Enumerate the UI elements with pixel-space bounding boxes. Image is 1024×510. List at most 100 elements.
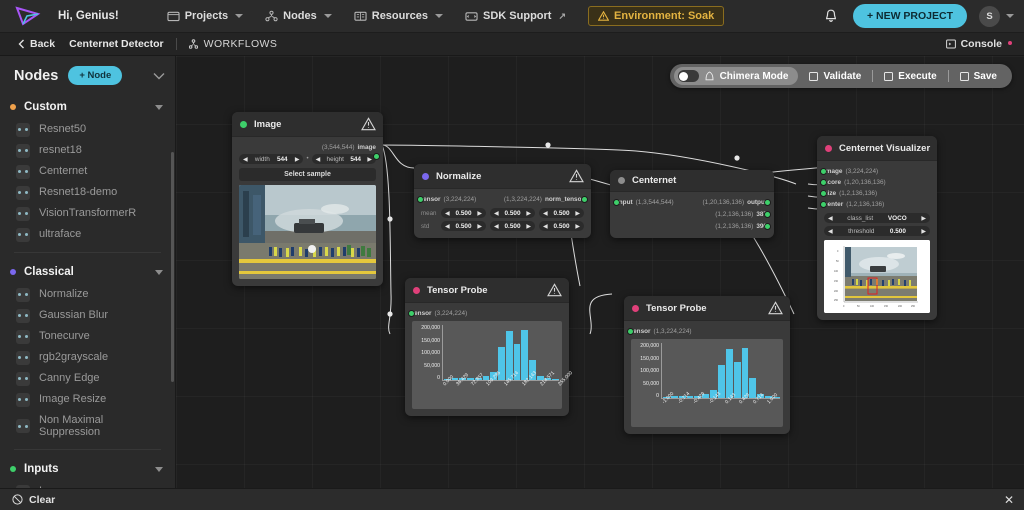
class-list-stepper[interactable]: ◀ class_list VOCO ▶	[824, 213, 930, 223]
sidebar-group-classical[interactable]: Classical	[8, 260, 167, 284]
input-port[interactable]	[613, 199, 620, 206]
decrement-icon[interactable]: ◀	[316, 156, 321, 163]
app-logo-icon[interactable]	[14, 5, 44, 27]
increment-icon[interactable]: ▶	[575, 223, 580, 230]
decrement-icon[interactable]: ◀	[243, 156, 248, 163]
breadcrumb-workflows[interactable]: WORKFLOWS	[189, 38, 278, 50]
node-centernet-visualizer[interactable]: Centernet Visualizer image (3,224,224) s…	[817, 136, 937, 320]
sidebar-item-non-maximal-suppression[interactable]: Non Maximal Suppression	[8, 410, 167, 442]
warning-triangle-icon[interactable]	[768, 301, 783, 315]
sidebar-collapse-chevron-icon[interactable]	[153, 72, 165, 80]
node-image-header[interactable]: Image	[232, 112, 383, 137]
sidebar-item-resnet50[interactable]: Resnet50	[8, 119, 167, 140]
node-visualizer-header[interactable]: Centernet Visualizer	[817, 136, 937, 161]
node-tensor-probe-1[interactable]: Tensor Probe tensor (3,224,224) 200,0001…	[405, 278, 569, 416]
console-button[interactable]: Console	[946, 38, 1012, 50]
close-icon[interactable]: ✕	[1004, 494, 1014, 506]
back-button[interactable]: Back	[18, 38, 55, 50]
chevron-down-icon[interactable]	[155, 467, 163, 472]
input-port[interactable]	[417, 196, 424, 203]
node-image[interactable]: Image (3,544,544) image ◀ width 544	[232, 112, 383, 286]
output-port[interactable]	[581, 196, 588, 203]
nav-item-sdk-support[interactable]: SDK Support ↗	[465, 10, 566, 22]
user-avatar[interactable]: S	[979, 6, 1000, 27]
mean-stepper-1[interactable]: ◀ 0.500 ▶	[490, 208, 535, 218]
node-probe1-header[interactable]: Tensor Probe	[405, 278, 569, 303]
threshold-stepper[interactable]: ◀ threshold 0.500 ▶	[824, 226, 930, 236]
node-normalize-header[interactable]: Normalize	[414, 164, 591, 189]
input-port[interactable]	[820, 201, 827, 208]
node-normalize[interactable]: Normalize tensor (3,224,224) (1,3,224,22…	[414, 164, 591, 238]
std-stepper-0[interactable]: ◀ 0.500 ▶	[441, 221, 486, 231]
increment-icon[interactable]: ▶	[921, 228, 926, 235]
clear-button[interactable]: Clear	[12, 494, 55, 506]
sidebar-item-gaussian-blur[interactable]: Gaussian Blur	[8, 305, 167, 326]
sidebar-item-tonecurve[interactable]: Tonecurve	[8, 326, 167, 347]
chevron-down-icon[interactable]	[155, 270, 163, 275]
execute-button[interactable]: Execute	[873, 68, 947, 85]
add-node-button[interactable]: + Node	[68, 66, 122, 85]
sidebar-item-normalize[interactable]: Normalize	[8, 284, 167, 305]
environment-badge[interactable]: Environment: Soak	[588, 6, 724, 26]
input-port[interactable]	[408, 310, 415, 317]
increment-icon[interactable]: ▶	[921, 215, 926, 222]
std-stepper-2[interactable]: ◀ 0.500 ▶	[539, 221, 584, 231]
mean-stepper-2[interactable]: ◀ 0.500 ▶	[539, 208, 584, 218]
chevron-down-icon[interactable]	[155, 105, 163, 110]
height-stepper[interactable]: ◀ height 544 ▶	[312, 154, 376, 164]
decrement-icon[interactable]: ◀	[543, 210, 548, 217]
sidebar-group-custom[interactable]: Custom	[8, 95, 167, 119]
warning-triangle-icon[interactable]	[569, 169, 584, 183]
input-port[interactable]	[627, 328, 634, 335]
chimera-toggle-switch[interactable]	[678, 70, 699, 82]
warning-triangle-icon[interactable]	[361, 117, 376, 131]
decrement-icon[interactable]: ◀	[828, 215, 833, 222]
node-centernet-header[interactable]: Centernet	[610, 170, 774, 192]
node-centernet[interactable]: Centernet input (1,3,544,544) (1,20,136,…	[610, 170, 774, 238]
warning-triangle-icon[interactable]	[547, 283, 562, 297]
output-port[interactable]	[373, 153, 380, 160]
increment-icon[interactable]: ▶	[477, 210, 482, 217]
decrement-icon[interactable]: ◀	[494, 210, 499, 217]
nav-item-nodes[interactable]: Nodes	[265, 10, 332, 22]
save-button[interactable]: Save	[949, 68, 1008, 85]
sidebar-item-resnet18[interactable]: resnet18	[8, 140, 167, 161]
increment-icon[interactable]: ▶	[526, 223, 531, 230]
sidebar-item-centernet[interactable]: Centernet	[8, 161, 167, 182]
output-port[interactable]	[764, 199, 771, 206]
validate-button[interactable]: Validate	[798, 68, 872, 85]
output-port[interactable]	[764, 211, 771, 218]
width-stepper[interactable]: ◀ width 544 ▶	[239, 154, 303, 164]
decrement-icon[interactable]: ◀	[543, 223, 548, 230]
sidebar-item-canny-edge[interactable]: Canny Edge	[8, 368, 167, 389]
decrement-icon[interactable]: ◀	[494, 223, 499, 230]
new-project-button[interactable]: + NEW PROJECT	[853, 4, 967, 28]
nav-item-resources[interactable]: Resources	[354, 10, 443, 22]
input-port[interactable]	[820, 179, 827, 186]
sidebar-item-visiontransformerr[interactable]: VisionTransformerR	[8, 203, 167, 224]
increment-icon[interactable]: ▶	[526, 210, 531, 217]
increment-icon[interactable]: ▶	[575, 210, 580, 217]
decrement-icon[interactable]: ◀	[828, 228, 833, 235]
sidebar-item-ultraface[interactable]: ultraface	[8, 224, 167, 245]
sidebar-group-inputs[interactable]: Inputs	[8, 457, 167, 481]
decrement-icon[interactable]: ◀	[445, 223, 450, 230]
increment-icon[interactable]: ▶	[367, 156, 372, 163]
sidebar-item-rgb2grayscale[interactable]: rgb2grayscale	[8, 347, 167, 368]
output-port[interactable]	[764, 223, 771, 230]
sidebar-scrollbar[interactable]	[171, 152, 174, 382]
nav-item-projects[interactable]: Projects	[167, 10, 243, 22]
workflow-canvas[interactable]: Chimera Mode Validate Execute Save	[176, 56, 1024, 494]
std-stepper-1[interactable]: ◀ 0.500 ▶	[490, 221, 535, 231]
node-probe2-header[interactable]: Tensor Probe	[624, 296, 790, 321]
notification-bell-icon[interactable]	[823, 8, 839, 24]
node-tensor-probe-2[interactable]: Tensor Probe tensor (1,3,224,224) 200,00…	[624, 296, 790, 434]
sidebar-item-resnet18-demo[interactable]: Resnet18-demo	[8, 182, 167, 203]
increment-icon[interactable]: ▶	[477, 223, 482, 230]
sidebar-item-image-resize[interactable]: Image Resize	[8, 389, 167, 410]
input-port[interactable]	[820, 168, 827, 175]
select-sample-button[interactable]: Select sample	[239, 168, 376, 181]
avatar-chevron-down-icon[interactable]	[1006, 14, 1014, 18]
increment-icon[interactable]: ▶	[295, 156, 300, 163]
mean-stepper-0[interactable]: ◀ 0.500 ▶	[441, 208, 486, 218]
